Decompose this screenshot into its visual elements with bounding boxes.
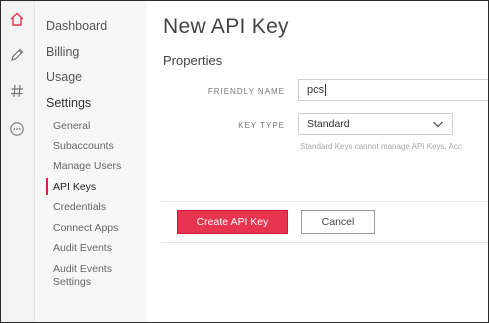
- app-window: Dashboard Billing Usage Settings General…: [0, 0, 489, 323]
- nav-billing[interactable]: Billing: [46, 45, 79, 59]
- home-icon[interactable]: [7, 9, 27, 29]
- cancel-button[interactable]: Cancel: [301, 210, 375, 234]
- page-title: New API Key: [163, 15, 289, 38]
- friendly-name-input[interactable]: pcs: [298, 79, 488, 101]
- section-heading: Properties: [163, 53, 223, 68]
- text-caret: [325, 84, 327, 97]
- nav-dashboard[interactable]: Dashboard: [46, 19, 107, 33]
- nav-usage[interactable]: Usage: [46, 70, 82, 84]
- icon-rail: [1, 1, 35, 322]
- active-indicator: [46, 178, 48, 195]
- hash-icon[interactable]: [7, 81, 27, 101]
- chevron-down-icon: [432, 118, 444, 133]
- nav-audit-events[interactable]: Audit Events: [53, 242, 112, 255]
- friendly-name-label: FRIENDLY NAME: [207, 87, 285, 96]
- key-type-value: Standard: [307, 118, 350, 130]
- action-bar: Create API Key Cancel: [161, 201, 488, 243]
- nav-audit-events-settings[interactable]: Audit Events Settings: [53, 263, 133, 288]
- key-type-hint: Standard Keys cannot manage API Keys, Ac…: [300, 142, 462, 151]
- nav-settings[interactable]: Settings: [46, 96, 91, 110]
- more-icon[interactable]: [7, 119, 27, 139]
- nav-subaccounts[interactable]: Subaccounts: [53, 140, 114, 153]
- sidebar: Dashboard Billing Usage Settings General…: [35, 1, 147, 322]
- nav-credentials[interactable]: Credentials: [53, 201, 106, 214]
- main-panel: New API Key Properties FRIENDLY NAME pcs…: [148, 1, 488, 322]
- nav-manage-users[interactable]: Manage Users: [53, 160, 121, 173]
- friendly-name-value: pcs: [307, 84, 325, 96]
- nav-connect-apps[interactable]: Connect Apps: [53, 222, 118, 235]
- nav-general[interactable]: General: [53, 120, 90, 133]
- create-api-key-button[interactable]: Create API Key: [177, 210, 288, 234]
- pen-icon[interactable]: [7, 45, 27, 65]
- nav-api-keys[interactable]: API Keys: [53, 181, 96, 194]
- key-type-label: KEY TYPE: [238, 121, 285, 130]
- key-type-select[interactable]: Standard: [298, 113, 453, 135]
